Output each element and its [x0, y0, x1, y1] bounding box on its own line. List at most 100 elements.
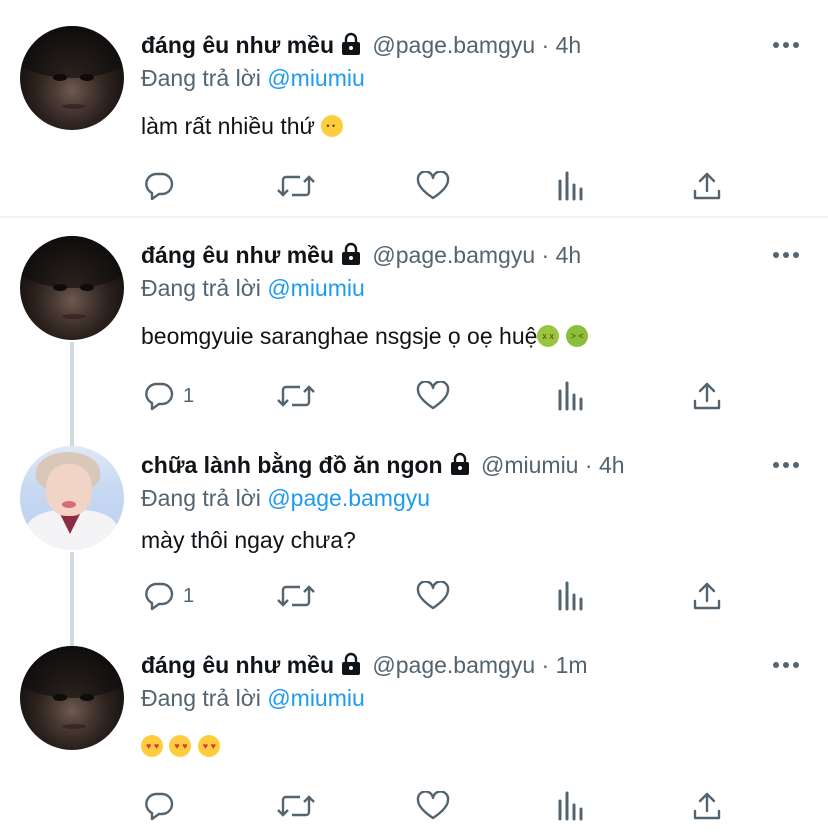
timestamp[interactable]: 1m — [556, 652, 588, 678]
divider — [0, 216, 828, 218]
separator-dot: · — [541, 652, 550, 678]
reply-button[interactable] — [143, 169, 183, 203]
share-upload-icon — [693, 792, 721, 820]
analytics-button[interactable] — [557, 789, 585, 823]
tweet-header: chữa lành bằng đồ ăn ngon @miumiu · 4h — [141, 451, 625, 482]
reply-prefix: Đang trả lời — [141, 275, 261, 301]
retweet-button[interactable] — [277, 789, 315, 823]
display-name[interactable]: đáng êu như mều — [141, 32, 334, 58]
separator-dot: · — [541, 242, 550, 268]
avatar[interactable] — [20, 446, 124, 550]
avatar[interactable] — [20, 26, 124, 130]
reply-bubble-icon — [145, 172, 174, 201]
handle[interactable]: @page.bamgyu — [372, 32, 535, 58]
nauseated-face-emoji: x x — [537, 325, 560, 347]
reply-button[interactable] — [143, 789, 183, 823]
reply-button[interactable]: 1 — [143, 379, 194, 413]
replying-to: Đang trả lời @page.bamgyu — [141, 484, 430, 512]
retweet-button[interactable] — [277, 379, 315, 413]
tweet-header: đáng êu như mều @page.bamgyu · 4h — [141, 31, 581, 62]
analytics-button[interactable] — [557, 579, 585, 613]
action-bar — [0, 169, 828, 203]
handle[interactable]: @page.bamgyu — [372, 242, 535, 268]
share-upload-icon — [693, 172, 721, 200]
handle[interactable]: @page.bamgyu — [372, 652, 535, 678]
reply-count: 1 — [183, 584, 195, 607]
share-button[interactable] — [692, 379, 722, 413]
avatar[interactable] — [20, 646, 124, 750]
display-name[interactable]: chữa lành bằng đồ ăn ngon — [141, 452, 443, 478]
lock-icon — [340, 652, 362, 682]
retweet-icon — [277, 795, 315, 817]
replying-to: Đang trả lời @miumiu — [141, 684, 365, 712]
display-name[interactable]: đáng êu như mều — [141, 652, 334, 678]
tweet-text: ♥ ♥ ♥ ♥ ♥ ♥ — [141, 732, 220, 760]
reply-prefix: Đang trả lời — [141, 685, 261, 711]
heart-icon — [416, 581, 450, 610]
avatar[interactable] — [20, 236, 124, 340]
retweet-button[interactable] — [277, 579, 315, 613]
analytics-bars-icon — [558, 171, 583, 201]
mention-link[interactable]: @miumiu — [267, 685, 364, 711]
more-dots-icon[interactable] — [772, 40, 800, 50]
vomiting-face-emoji: > < — [565, 325, 588, 347]
handle[interactable]: @miumiu — [481, 452, 578, 478]
mention-link[interactable]: @miumiu — [267, 275, 364, 301]
tweet-text-content: làm rất nhiều thứ — [141, 113, 315, 139]
share-upload-icon — [693, 382, 721, 410]
analytics-button[interactable] — [557, 379, 585, 413]
more-dots-icon[interactable] — [772, 660, 800, 670]
reply-bubble-icon — [145, 582, 174, 611]
share-button[interactable] — [692, 169, 722, 203]
like-button[interactable] — [416, 379, 450, 413]
lock-icon — [340, 242, 362, 272]
action-bar — [0, 789, 828, 823]
retweet-icon — [277, 385, 315, 407]
like-button[interactable] — [416, 789, 450, 823]
mention-link[interactable]: @miumiu — [267, 65, 364, 91]
separator-dot: · — [584, 452, 593, 478]
analytics-button[interactable] — [557, 169, 585, 203]
tweet[interactable]: đáng êu như mều @page.bamgyu · 4h Đang t… — [0, 220, 828, 430]
timestamp[interactable]: 4h — [556, 32, 582, 58]
tweet-text: beomgyuie saranghae nsgsje ọ oẹ huệ x x >… — [141, 322, 588, 350]
reply-count: 1 — [183, 384, 195, 407]
lock-icon — [340, 32, 362, 62]
heart-icon — [416, 171, 450, 200]
retweet-icon — [277, 175, 315, 197]
tweet[interactable]: chữa lành bằng đồ ăn ngon @miumiu · 4h Đ… — [0, 430, 828, 640]
like-button[interactable] — [416, 169, 450, 203]
smiling-face-with-hearts-emoji: ♥ ♥ — [197, 735, 220, 757]
replying-to: Đang trả lời @miumiu — [141, 64, 365, 92]
smiling-face-with-hearts-emoji: ♥ ♥ — [141, 735, 163, 757]
like-button[interactable] — [416, 579, 450, 613]
heart-icon — [416, 791, 450, 820]
reply-bubble-icon — [145, 792, 174, 821]
tweet[interactable]: đáng êu như mều @page.bamgyu · 4h Đang t… — [0, 0, 828, 216]
display-name[interactable]: đáng êu như mều — [141, 242, 334, 268]
tweet-text: làm rất nhiều thứ • • — [141, 112, 344, 140]
share-upload-icon — [693, 582, 721, 610]
timestamp[interactable]: 4h — [599, 452, 625, 478]
reply-prefix: Đang trả lời — [141, 65, 261, 91]
retweet-icon — [277, 585, 315, 607]
action-bar: 1 — [0, 379, 828, 413]
tweet-text-content: beomgyuie saranghae nsgsje ọ oẹ huệ — [141, 323, 538, 349]
mention-link[interactable]: @page.bamgyu — [267, 485, 430, 511]
share-button[interactable] — [692, 579, 722, 613]
action-bar: 1 — [0, 579, 828, 613]
smiling-face-with-hearts-emoji: ♥ ♥ — [169, 735, 192, 757]
more-dots-icon[interactable] — [772, 460, 800, 470]
more-dots-icon[interactable] — [772, 250, 800, 260]
analytics-bars-icon — [558, 381, 583, 411]
timestamp[interactable]: 4h — [556, 242, 582, 268]
replying-to: Đang trả lời @miumiu — [141, 274, 365, 302]
tweet-text: mày thôi ngay chưa? — [141, 526, 356, 554]
tweet-header: đáng êu như mều @page.bamgyu · 4h — [141, 241, 581, 272]
share-button[interactable] — [692, 789, 722, 823]
retweet-button[interactable] — [277, 169, 315, 203]
analytics-bars-icon — [558, 581, 583, 611]
tweet[interactable]: đáng êu như mều @page.bamgyu · 1m Đang t… — [0, 630, 828, 835]
reply-button[interactable]: 1 — [143, 579, 194, 613]
tweet-header: đáng êu như mều @page.bamgyu · 1m — [141, 651, 588, 682]
